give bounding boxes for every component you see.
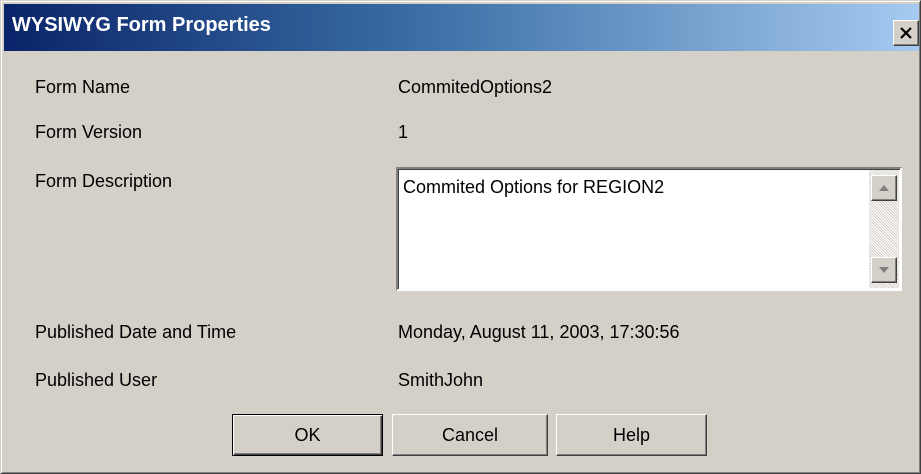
form-name-value: CommitedOptions2 xyxy=(398,77,553,97)
form-properties-dialog: WYSIWYG Form Properties Form Name Commit… xyxy=(0,0,921,474)
form-description-label: Form Description xyxy=(35,171,173,191)
form-version-label: Form Version xyxy=(35,122,143,142)
published-user-label: Published User xyxy=(35,370,158,390)
ok-button[interactable]: OK xyxy=(232,414,383,456)
form-version-value: 1 xyxy=(398,122,409,142)
arrow-down-icon xyxy=(879,267,889,273)
form-description-textarea[interactable]: Commited Options for REGION2 xyxy=(396,167,902,291)
vertical-scrollbar[interactable] xyxy=(869,170,899,288)
form-name-label: Form Name xyxy=(35,77,131,97)
scroll-down-button[interactable] xyxy=(871,257,897,283)
arrow-up-icon xyxy=(879,185,889,191)
close-icon xyxy=(900,27,912,39)
published-date-label: Published Date and Time xyxy=(35,322,237,342)
form-description-text: Commited Options for REGION2 xyxy=(403,177,665,197)
window-title: WYSIWYG Form Properties xyxy=(12,14,271,36)
close-button[interactable] xyxy=(893,20,919,46)
help-button[interactable]: Help xyxy=(556,414,707,456)
cancel-button[interactable]: Cancel xyxy=(392,414,548,456)
published-date-value: Monday, August 11, 2003, 17:30:56 xyxy=(398,322,680,342)
scroll-up-button[interactable] xyxy=(871,175,897,201)
published-user-value: SmithJohn xyxy=(398,370,484,390)
title-bar[interactable]: WYSIWYG Form Properties xyxy=(4,4,919,51)
